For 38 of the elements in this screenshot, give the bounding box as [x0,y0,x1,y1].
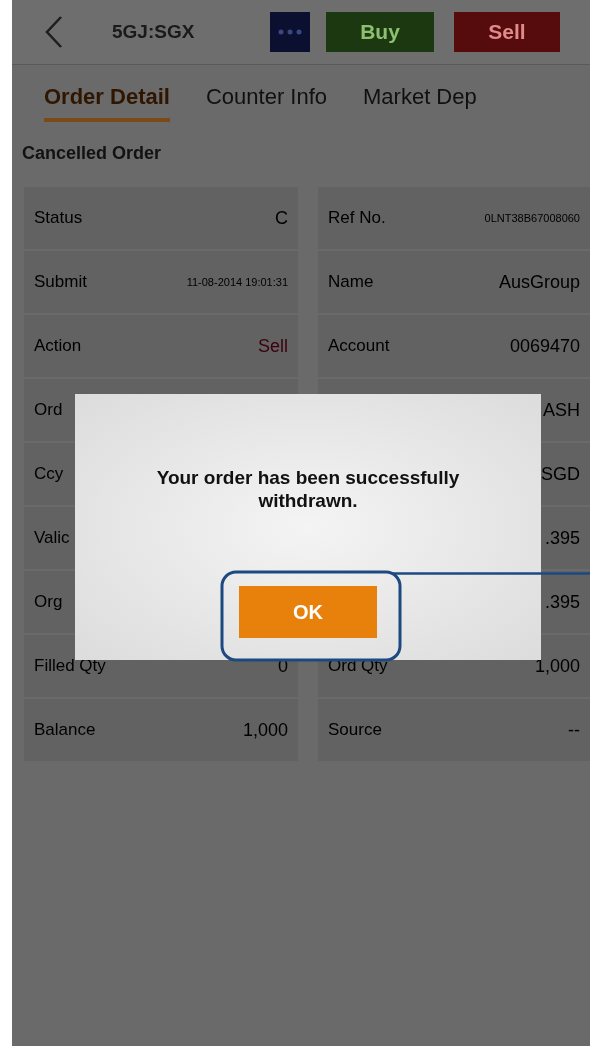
buy-button[interactable]: Buy [326,12,434,52]
field-value: SGD [541,463,580,485]
field-label: Balance [34,720,96,740]
field-value: AusGroup [498,271,580,293]
field-value: 1,000 [242,719,288,741]
field-label: Source [328,720,382,740]
field-value: Sell [258,335,288,357]
field-label: Submit [34,272,87,292]
field-value: .395 [544,527,580,549]
field-label: Action [34,336,82,356]
tab[interactable]: Order Detail [44,72,170,122]
field-value: C [275,207,288,229]
field-label: Filled Qty [34,656,106,676]
field-label: Org [34,592,63,612]
field-value: 1,000 [534,655,580,677]
field-value: ASH [543,399,580,421]
field-value: 0LNT38B67008060 [484,212,580,224]
ok-button[interactable]: OK [239,586,377,638]
back-icon[interactable] [44,15,64,49]
dialog-message: Your order has been successfully withdrawn. [155,466,461,512]
field-label: Name [328,272,374,292]
field-value: 11-08-2014 19:01:31 [186,276,288,288]
section-title: Cancelled Order [21,142,163,165]
more-button[interactable] [270,12,310,52]
field-value: .395 [544,591,580,613]
field-label: Account [328,336,390,356]
tab[interactable]: Market Dep [363,72,477,122]
more-icon [278,29,302,35]
field-value: -- [568,719,580,741]
field-value: 0069470 [509,335,580,357]
tab[interactable]: Counter Info [205,72,327,122]
field-label: Ref No. [328,208,386,228]
field-label: Status [34,208,83,228]
field-label: Ccy [34,464,64,484]
stock-symbol: 5GJ:SGX [112,21,196,43]
field-label: Ord [34,400,63,420]
sell-button[interactable]: Sell [454,12,560,52]
field-label: Valic [34,528,70,548]
